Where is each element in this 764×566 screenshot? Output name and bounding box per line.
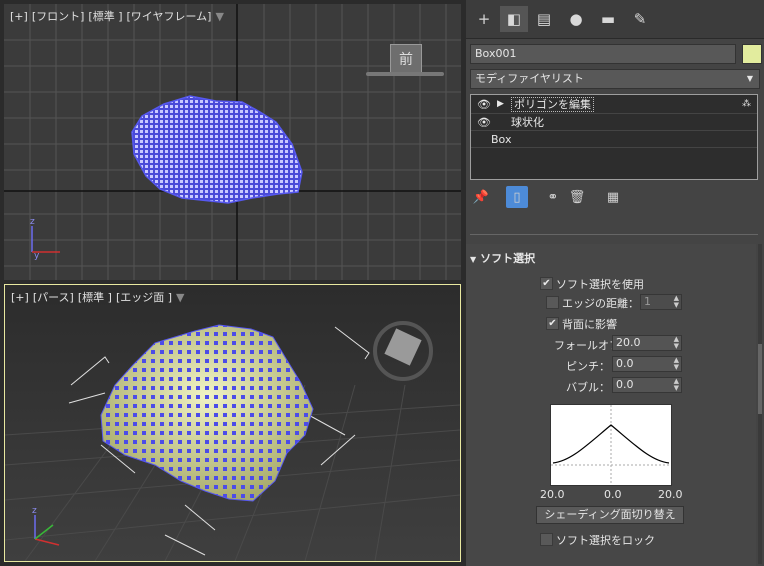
pin-stack-icon[interactable]: 📌 (470, 186, 492, 208)
shaded-face-toggle-button[interactable]: シェーディング面切り替え (536, 506, 684, 524)
remove-modifier-icon[interactable]: 🗑 (566, 186, 588, 208)
falloff-spinner[interactable]: 20.0 ▲ ▼ (612, 335, 682, 351)
filter-icon[interactable]: ▼ (215, 10, 223, 23)
spinner-arrows-icon[interactable]: ▲ ▼ (674, 378, 679, 392)
vp-plus-menu[interactable]: [+] (11, 291, 29, 304)
collapse-arrow-icon: ▼ (470, 255, 477, 264)
bubble-label: バブル： (566, 381, 610, 394)
edge-distance-value: 1 (644, 295, 651, 308)
spinner-arrows-icon[interactable]: ▲ ▼ (674, 357, 679, 371)
filter-icon[interactable]: ▼ (176, 291, 184, 304)
chevron-down-icon: ▼ (746, 74, 753, 83)
curve-mid-value: 0.0 (604, 488, 622, 501)
vp-plus-menu[interactable]: [+] (10, 10, 28, 23)
display-icon[interactable]: ▬ (594, 6, 622, 32)
pinch-value: 0.0 (616, 357, 634, 370)
affect-backfacing-checkbox[interactable]: ✔ (546, 317, 559, 330)
stack-divider (471, 147, 757, 148)
rollout-title: ソフト選択 (480, 252, 536, 265)
make-unique-icon[interactable]: ⚭ (542, 186, 564, 208)
stack-item-label: Box (491, 133, 512, 146)
stack-item-label: ポリゴンを編集 (511, 97, 594, 112)
pinch-label: ピンチ： (566, 360, 610, 373)
vp-display-menu[interactable]: [エッジ面 ] (116, 291, 172, 304)
utilities-icon[interactable]: ✎ (626, 6, 654, 32)
stack-item-label: 球状化 (511, 116, 544, 129)
eye-icon[interactable]: 👁 (477, 114, 491, 131)
bubble-value: 0.0 (616, 378, 634, 391)
svg-text:z: z (30, 217, 35, 227)
spinner-arrows-icon[interactable]: ▲ ▼ (674, 336, 679, 350)
falloff-curve-graph (550, 404, 672, 486)
curve-right-value: 20.0 (658, 488, 683, 501)
command-panel: + ◧ ▤ ● ▬ ✎ Box001 モディファイヤリスト ▼ 👁 ▶ ポリゴン… (466, 0, 764, 566)
vp-view-menu[interactable]: [パース] (33, 291, 74, 304)
command-panel-tabs: + ◧ ▤ ● ▬ ✎ (466, 0, 764, 39)
edge-distance-label: エッジの距離： (562, 297, 639, 310)
use-soft-selection-label: ソフト選択を使用 (556, 278, 644, 291)
stack-item-spherify[interactable]: 👁 球状化 (471, 113, 757, 131)
edge-distance-spinner[interactable]: 1 ▲ ▼ (640, 294, 682, 310)
vp-shading-menu[interactable]: [標準 ] (88, 10, 122, 23)
vp-shading-menu[interactable]: [標準 ] (78, 291, 112, 304)
falloff-value: 20.0 (616, 336, 641, 349)
lock-soft-selection-label: ソフト選択をロック (556, 534, 655, 547)
pinch-spinner[interactable]: 0.0 ▲ ▼ (612, 356, 682, 372)
viewport-front[interactable]: z y [+] [フロント] [標準 ] [ワイヤフレーム] ▼ 前 (4, 4, 461, 280)
configure-sets-icon[interactable]: ▦ (602, 186, 624, 208)
create-icon[interactable]: + (470, 6, 498, 32)
edge-distance-checkbox[interactable] (546, 296, 559, 309)
scrollbar-thumb[interactable] (758, 344, 762, 414)
stack-item-box[interactable]: Box (471, 130, 757, 148)
stack-item-edit-poly[interactable]: 👁 ▶ ポリゴンを編集 ⁂ (471, 96, 757, 113)
modify-icon[interactable]: ◧ (500, 6, 528, 32)
lock-soft-selection-checkbox[interactable] (540, 533, 553, 546)
eye-icon[interactable]: 👁 (477, 96, 491, 113)
vp-display-menu[interactable]: [ワイヤフレーム] (127, 10, 212, 23)
viewport-front-label[interactable]: [+] [フロント] [標準 ] [ワイヤフレーム] ▼ (10, 8, 228, 24)
hierarchy-icon[interactable]: ▤ (530, 6, 558, 32)
viewport-persp-label[interactable]: [+] [パース] [標準 ] [エッジ面 ] ▼ (11, 289, 189, 305)
modifier-list-label: モディファイヤリスト (475, 72, 584, 85)
instance-icon: ⁂ (742, 99, 751, 109)
panel-scrollbar[interactable] (758, 244, 762, 564)
motion-icon[interactable]: ● (562, 6, 590, 32)
wireframe-mesh (131, 95, 303, 204)
spinner-arrows-icon[interactable]: ▲ ▼ (674, 295, 679, 309)
svg-text:y: y (34, 251, 40, 261)
viewport-perspective[interactable]: z [+] [パース] [標準 ] [エッジ面 ] ▼ (4, 284, 461, 562)
vp-view-menu[interactable]: [フロント] (32, 10, 85, 23)
curve-left-value: 20.0 (540, 488, 565, 501)
show-end-result-icon[interactable]: ▯ (506, 186, 528, 208)
use-soft-selection-checkbox[interactable]: ✔ (540, 277, 553, 290)
expand-arrow-icon[interactable]: ▶ (497, 96, 504, 113)
modifier-list-dropdown[interactable]: モディファイヤリスト ▼ (470, 69, 760, 89)
svg-text:z: z (32, 506, 37, 516)
bubble-spinner[interactable]: 0.0 ▲ ▼ (612, 377, 682, 393)
viewcube-ring (366, 72, 444, 76)
soft-selection-header[interactable]: ▼ ソフト選択 (470, 250, 754, 266)
object-color-swatch[interactable] (742, 44, 762, 64)
panel-splitter[interactable] (470, 234, 758, 238)
modifier-stack[interactable]: 👁 ▶ ポリゴンを編集 ⁂ 👁 球状化 Box (470, 94, 758, 180)
object-name-field[interactable]: Box001 (470, 44, 736, 64)
affect-backfacing-label: 背面に影響 (562, 318, 617, 331)
